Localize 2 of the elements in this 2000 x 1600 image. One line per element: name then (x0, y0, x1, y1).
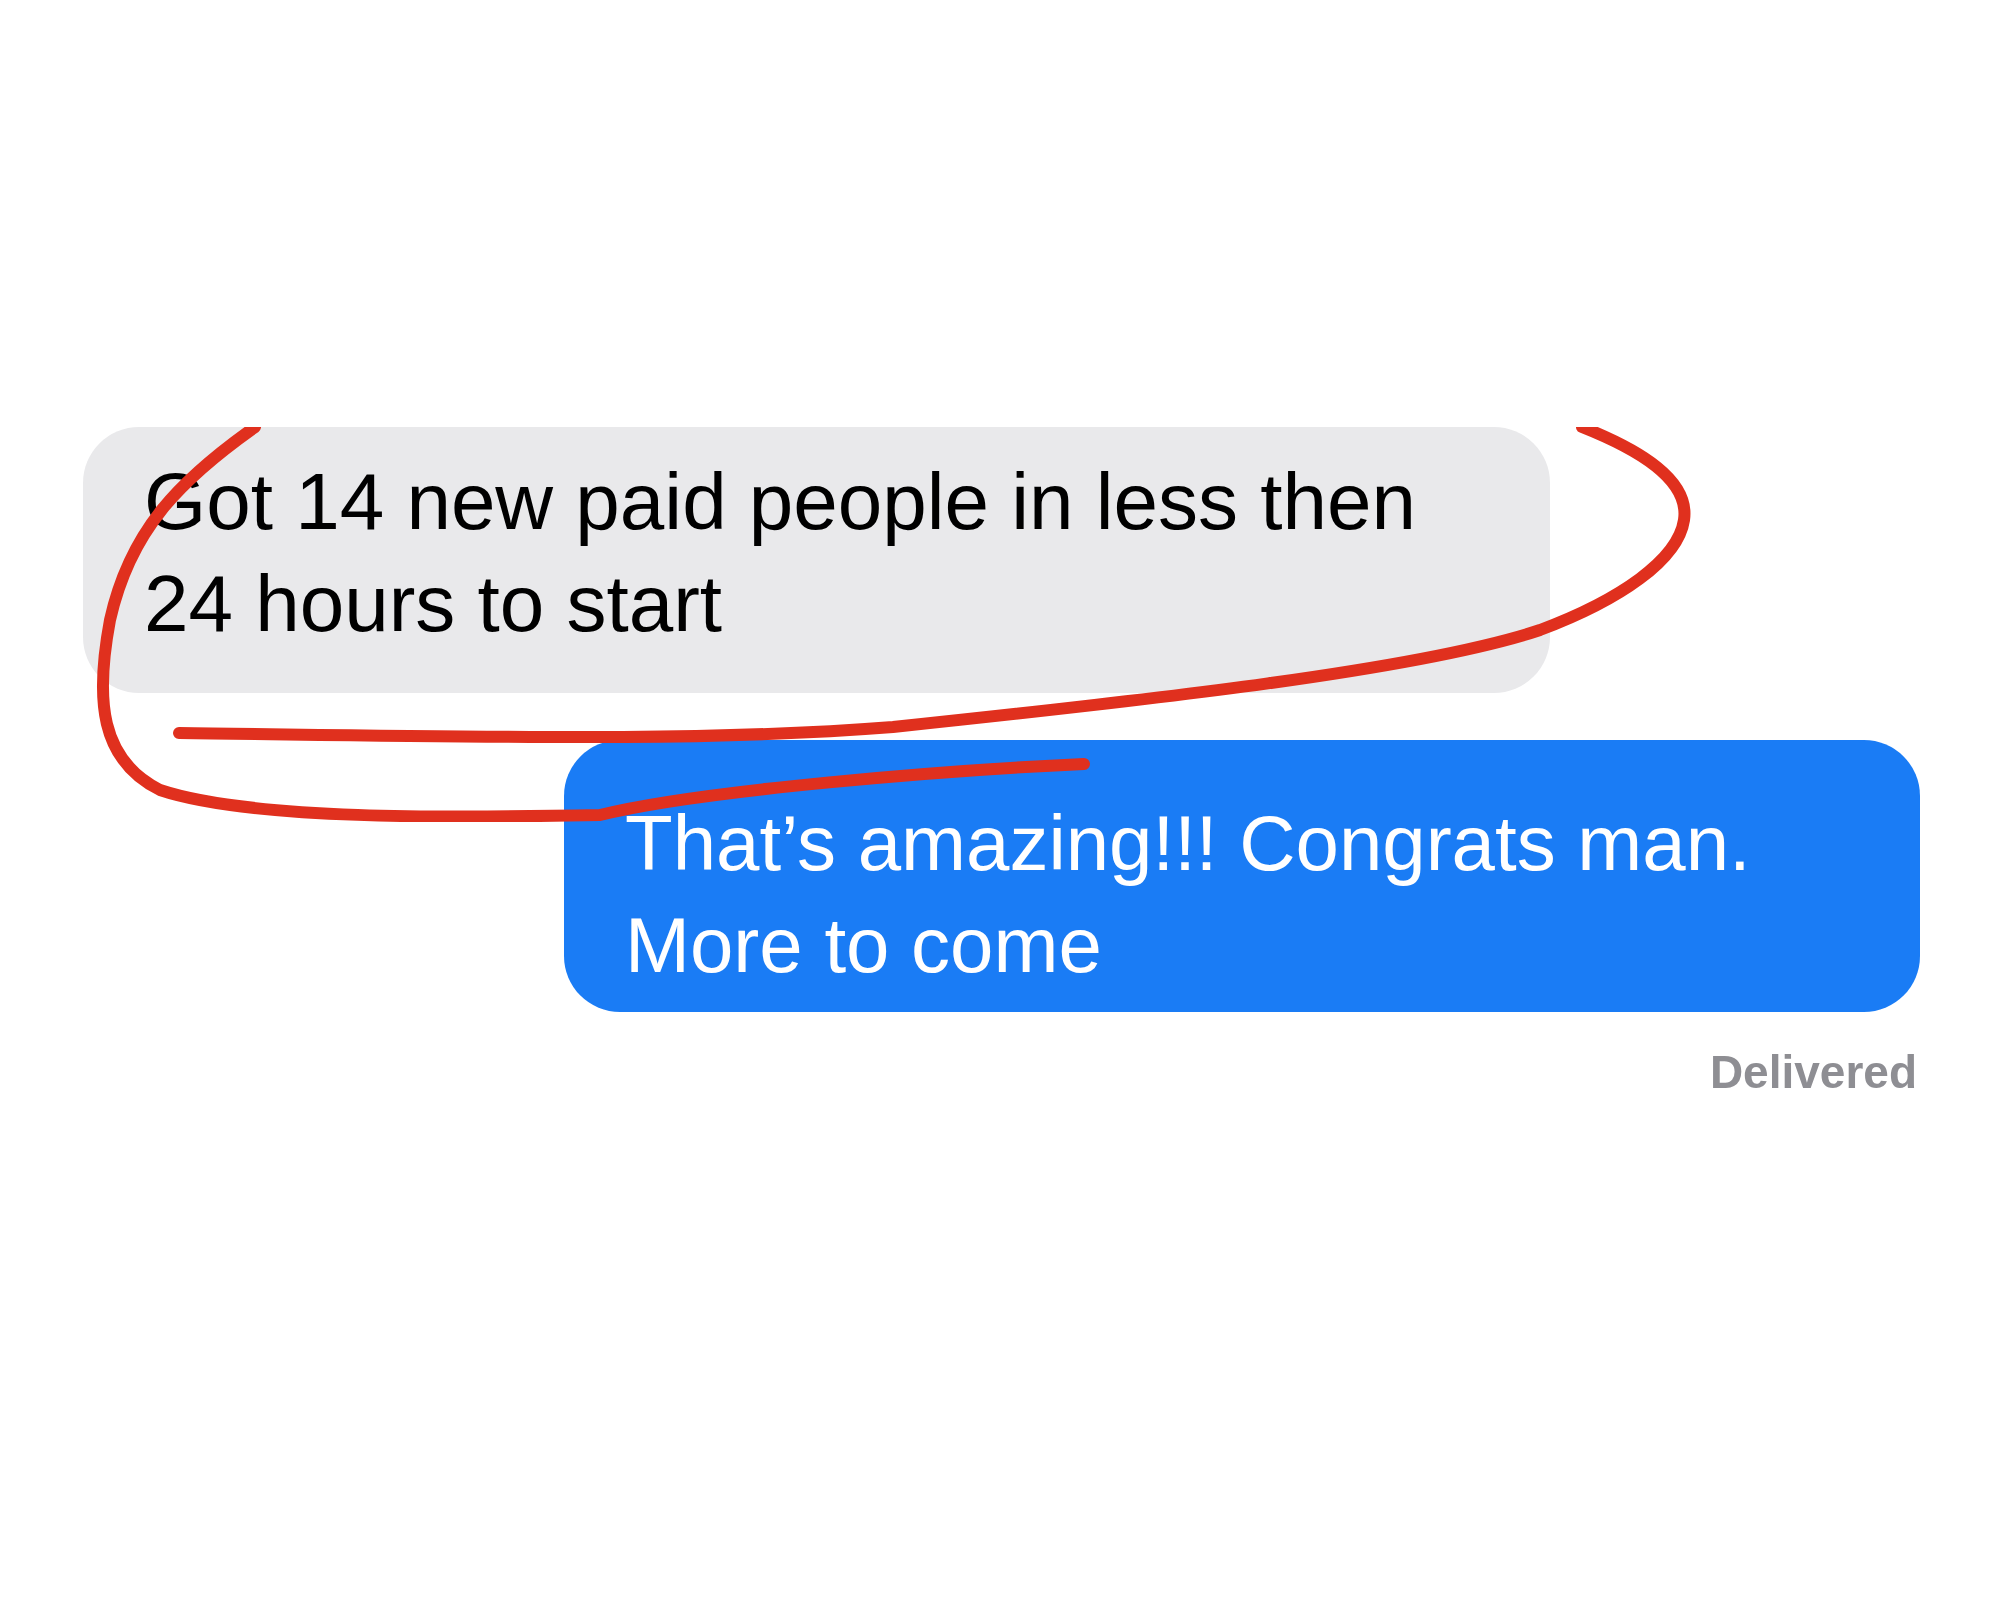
sent-message-bubble: That’s amazing!!! Congrats man. More to come (564, 740, 1920, 1012)
delivered-status: Delivered (1709, 1045, 1917, 1100)
